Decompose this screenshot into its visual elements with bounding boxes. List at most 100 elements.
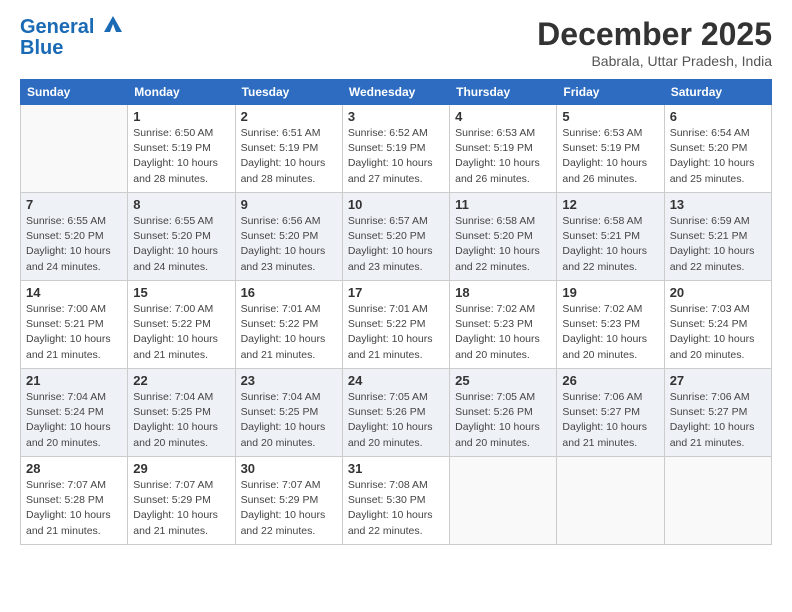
calendar-cell: 25 Sunrise: 7:05 AMSunset: 5:26 PMDayligh…: [450, 369, 557, 457]
calendar-cell: 26 Sunrise: 7:06 AMSunset: 5:27 PMDayligh…: [557, 369, 664, 457]
day-info: Sunrise: 7:04 AMSunset: 5:25 PMDaylight:…: [241, 390, 337, 451]
day-info: Sunrise: 7:05 AMSunset: 5:26 PMDaylight:…: [348, 390, 444, 451]
day-info: Sunrise: 7:01 AMSunset: 5:22 PMDaylight:…: [241, 302, 337, 363]
day-info: Sunrise: 6:59 AMSunset: 5:21 PMDaylight:…: [670, 214, 766, 275]
calendar-cell: 23Sunrise: 7:04 AMSunset: 5:25 PMDayligh…: [235, 369, 342, 457]
day-number: 27: [670, 373, 766, 388]
day-info: Sunrise: 6:53 AMSunset: 5:19 PMDaylight:…: [562, 126, 658, 187]
calendar-cell: 11 Sunrise: 6:58 AMSunset: 5:20 PMDayligh…: [450, 193, 557, 281]
calendar-cell: 30 Sunrise: 7:07 AMSunset: 5:29 PMDayligh…: [235, 457, 342, 545]
weekday-header-monday: Monday: [128, 80, 235, 105]
day-info: Sunrise: 7:07 AMSunset: 5:29 PMDaylight:…: [133, 478, 229, 539]
day-number: 15: [133, 285, 229, 300]
calendar-cell: 21Sunrise: 7:04 AMSunset: 5:24 PMDayligh…: [21, 369, 128, 457]
weekday-header-friday: Friday: [557, 80, 664, 105]
calendar-cell: 31Sunrise: 7:08 AMSunset: 5:30 PMDayligh…: [342, 457, 449, 545]
day-info: Sunrise: 6:58 AMSunset: 5:20 PMDaylight:…: [455, 214, 551, 275]
calendar-cell: 5 Sunrise: 6:53 AMSunset: 5:19 PMDaylight…: [557, 105, 664, 193]
location: Babrala, Uttar Pradesh, India: [537, 53, 772, 69]
day-info: Sunrise: 7:07 AMSunset: 5:29 PMDaylight:…: [241, 478, 337, 539]
calendar-cell: 17 Sunrise: 7:01 AMSunset: 5:22 PMDayligh…: [342, 281, 449, 369]
calendar-cell: 8Sunrise: 6:55 AMSunset: 5:20 PMDaylight…: [128, 193, 235, 281]
calendar-cell: 20Sunrise: 7:03 AMSunset: 5:24 PMDayligh…: [664, 281, 771, 369]
day-info: Sunrise: 7:06 AMSunset: 5:27 PMDaylight:…: [670, 390, 766, 451]
day-number: 19: [562, 285, 658, 300]
day-info: Sunrise: 7:04 AMSunset: 5:25 PMDaylight:…: [133, 390, 229, 451]
day-number: 12: [562, 197, 658, 212]
calendar-cell: 22 Sunrise: 7:04 AMSunset: 5:25 PMDayligh…: [128, 369, 235, 457]
title-block: December 2025 Babrala, Uttar Pradesh, In…: [537, 16, 772, 69]
calendar-cell: 27 Sunrise: 7:06 AMSunset: 5:27 PMDayligh…: [664, 369, 771, 457]
day-info: Sunrise: 7:00 AMSunset: 5:22 PMDaylight:…: [133, 302, 229, 363]
day-number: 2: [241, 109, 337, 124]
day-info: Sunrise: 6:56 AMSunset: 5:20 PMDaylight:…: [241, 214, 337, 275]
calendar-cell: [21, 105, 128, 193]
calendar-week-row: 28 Sunrise: 7:07 AMSunset: 5:28 PMDayligh…: [21, 457, 772, 545]
calendar-cell: 18Sunrise: 7:02 AMSunset: 5:23 PMDayligh…: [450, 281, 557, 369]
day-info: Sunrise: 6:50 AMSunset: 5:19 PMDaylight:…: [133, 126, 229, 187]
logo-blue: Blue: [20, 38, 124, 58]
page-container: General Blue December 2025 Babrala, Utta…: [0, 0, 792, 555]
calendar-table: SundayMondayTuesdayWednesdayThursdayFrid…: [20, 79, 772, 545]
logo-icon: [102, 14, 124, 34]
day-info: Sunrise: 7:01 AMSunset: 5:22 PMDaylight:…: [348, 302, 444, 363]
logo-general: General: [20, 16, 94, 38]
calendar-cell: 10Sunrise: 6:57 AMSunset: 5:20 PMDayligh…: [342, 193, 449, 281]
calendar-week-row: 14Sunrise: 7:00 AMSunset: 5:21 PMDayligh…: [21, 281, 772, 369]
day-info: Sunrise: 6:53 AMSunset: 5:19 PMDaylight:…: [455, 126, 551, 187]
day-info: Sunrise: 7:03 AMSunset: 5:24 PMDaylight:…: [670, 302, 766, 363]
weekday-header-sunday: Sunday: [21, 80, 128, 105]
day-info: Sunrise: 6:55 AMSunset: 5:20 PMDaylight:…: [26, 214, 122, 275]
calendar-header-row: SundayMondayTuesdayWednesdayThursdayFrid…: [21, 80, 772, 105]
day-info: Sunrise: 6:58 AMSunset: 5:21 PMDaylight:…: [562, 214, 658, 275]
calendar-cell: 14Sunrise: 7:00 AMSunset: 5:21 PMDayligh…: [21, 281, 128, 369]
day-info: Sunrise: 7:00 AMSunset: 5:21 PMDaylight:…: [26, 302, 122, 363]
day-number: 28: [26, 461, 122, 476]
calendar-week-row: 1Sunrise: 6:50 AMSunset: 5:19 PMDaylight…: [21, 105, 772, 193]
day-number: 17: [348, 285, 444, 300]
calendar-cell: 7Sunrise: 6:55 AMSunset: 5:20 PMDaylight…: [21, 193, 128, 281]
day-info: Sunrise: 6:52 AMSunset: 5:19 PMDaylight:…: [348, 126, 444, 187]
day-number: 6: [670, 109, 766, 124]
weekday-header-saturday: Saturday: [664, 80, 771, 105]
day-number: 26: [562, 373, 658, 388]
day-info: Sunrise: 7:05 AMSunset: 5:26 PMDaylight:…: [455, 390, 551, 451]
calendar-week-row: 7Sunrise: 6:55 AMSunset: 5:20 PMDaylight…: [21, 193, 772, 281]
calendar-cell: 13 Sunrise: 6:59 AMSunset: 5:21 PMDayligh…: [664, 193, 771, 281]
calendar-cell: 4 Sunrise: 6:53 AMSunset: 5:19 PMDaylight…: [450, 105, 557, 193]
calendar-week-row: 21Sunrise: 7:04 AMSunset: 5:24 PMDayligh…: [21, 369, 772, 457]
month-title: December 2025: [537, 16, 772, 53]
calendar-cell: 1Sunrise: 6:50 AMSunset: 5:19 PMDaylight…: [128, 105, 235, 193]
day-number: 4: [455, 109, 551, 124]
calendar-cell: 24Sunrise: 7:05 AMSunset: 5:26 PMDayligh…: [342, 369, 449, 457]
weekday-header-wednesday: Wednesday: [342, 80, 449, 105]
day-number: 5: [562, 109, 658, 124]
day-number: 22: [133, 373, 229, 388]
calendar-cell: 28 Sunrise: 7:07 AMSunset: 5:28 PMDayligh…: [21, 457, 128, 545]
day-number: 9: [241, 197, 337, 212]
day-number: 3: [348, 109, 444, 124]
day-info: Sunrise: 6:51 AMSunset: 5:19 PMDaylight:…: [241, 126, 337, 187]
day-info: Sunrise: 7:06 AMSunset: 5:27 PMDaylight:…: [562, 390, 658, 451]
calendar-cell: [557, 457, 664, 545]
calendar-cell: 15 Sunrise: 7:00 AMSunset: 5:22 PMDayligh…: [128, 281, 235, 369]
logo: General Blue: [20, 16, 124, 58]
day-info: Sunrise: 6:57 AMSunset: 5:20 PMDaylight:…: [348, 214, 444, 275]
calendar-cell: 2 Sunrise: 6:51 AMSunset: 5:19 PMDaylight…: [235, 105, 342, 193]
calendar-cell: 29Sunrise: 7:07 AMSunset: 5:29 PMDayligh…: [128, 457, 235, 545]
day-info: Sunrise: 7:02 AMSunset: 5:23 PMDaylight:…: [562, 302, 658, 363]
header: General Blue December 2025 Babrala, Utta…: [20, 16, 772, 69]
day-info: Sunrise: 7:02 AMSunset: 5:23 PMDaylight:…: [455, 302, 551, 363]
day-number: 30: [241, 461, 337, 476]
day-number: 16: [241, 285, 337, 300]
day-number: 13: [670, 197, 766, 212]
weekday-header-thursday: Thursday: [450, 80, 557, 105]
calendar-cell: 12 Sunrise: 6:58 AMSunset: 5:21 PMDayligh…: [557, 193, 664, 281]
calendar-cell: 3 Sunrise: 6:52 AMSunset: 5:19 PMDaylight…: [342, 105, 449, 193]
day-number: 21: [26, 373, 122, 388]
day-info: Sunrise: 6:54 AMSunset: 5:20 PMDaylight:…: [670, 126, 766, 187]
day-info: Sunrise: 7:08 AMSunset: 5:30 PMDaylight:…: [348, 478, 444, 539]
day-number: 11: [455, 197, 551, 212]
day-number: 25: [455, 373, 551, 388]
day-info: Sunrise: 7:07 AMSunset: 5:28 PMDaylight:…: [26, 478, 122, 539]
